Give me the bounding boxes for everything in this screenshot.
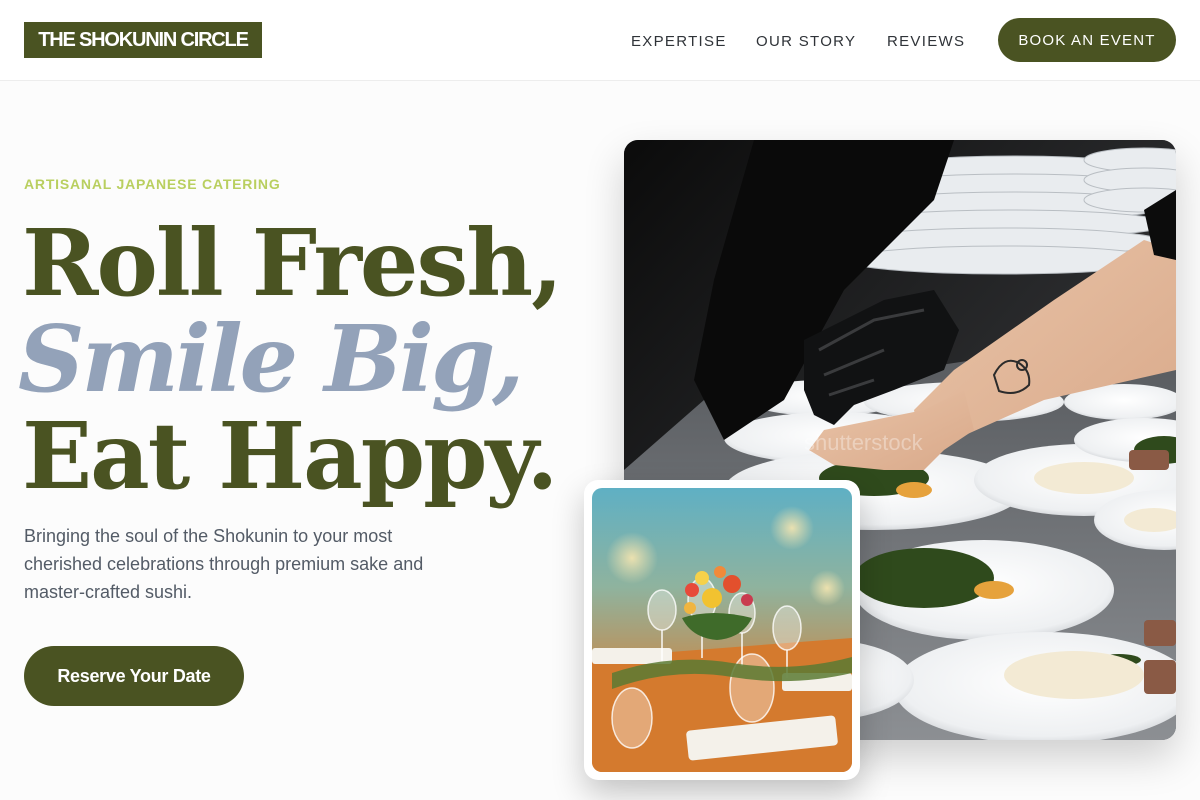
hero-subcopy: Bringing the soul of the Shokunin to you… <box>24 526 424 602</box>
headline-line-1: Roll Fresh, <box>22 209 563 317</box>
book-event-button[interactable]: BOOK AN EVENT <box>998 18 1176 62</box>
photo-watermark: shutterstock <box>804 430 924 455</box>
headline-line-2: Smile Big, <box>18 305 524 413</box>
brand-logo[interactable]: THE SHOKUNIN CIRCLE <box>24 22 262 58</box>
hero-eyebrow: ARTISANAL JAPANESE CATERING <box>24 176 281 192</box>
table-setting-photo <box>592 488 852 772</box>
headline-line-3: Eat Happy. <box>22 402 558 510</box>
reserve-date-button[interactable]: Reserve Your Date <box>24 646 244 706</box>
inset-photo-card <box>584 480 860 780</box>
nav-link-our-story[interactable]: OUR STORY <box>756 30 856 52</box>
nav-link-expertise[interactable]: EXPERTISE <box>631 30 727 52</box>
nav-link-reviews[interactable]: REVIEWS <box>887 30 965 52</box>
site-header: THE SHOKUNIN CIRCLE EXPERTISE OUR STORY … <box>0 0 1200 81</box>
